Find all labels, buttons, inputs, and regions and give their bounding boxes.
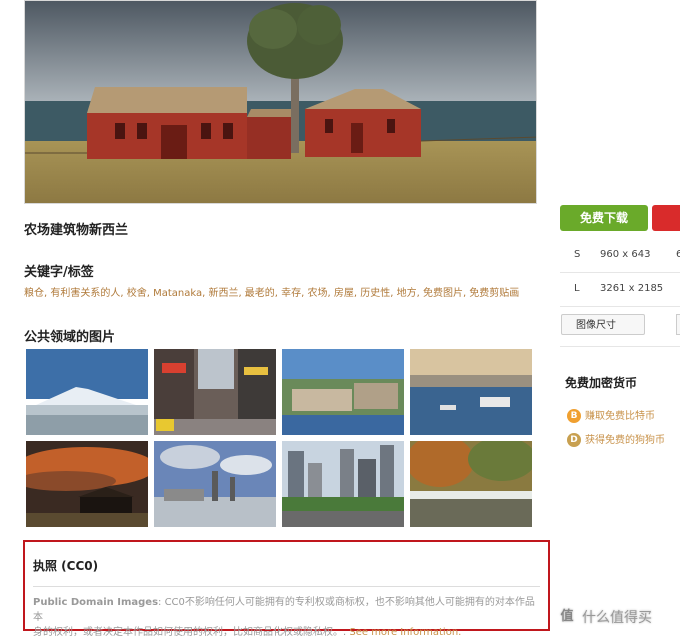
crypto-bitcoin-link[interactable]: B 赚取免费比特币	[567, 407, 655, 423]
size-key: S	[574, 249, 581, 260]
thumbnail-city-street[interactable]	[154, 349, 276, 435]
license-text: Public Domain Images: CC0不影响任何人可能拥有的专利权或…	[33, 595, 540, 640]
thumbnail-harbor-boats[interactable]	[410, 349, 532, 435]
image-title: 农场建筑物新西兰	[24, 223, 129, 238]
main-image	[24, 0, 537, 204]
crypto-dogecoin-link[interactable]: D 获得免费的狗狗币	[567, 431, 665, 447]
license-label: Public Domain Images	[33, 597, 159, 608]
thumbnail-autumn-river[interactable]	[410, 441, 532, 527]
crypto-heading: 免费加密货币	[565, 376, 638, 390]
sidebar-divider	[560, 346, 680, 347]
license-title: 执照 (CC0)	[33, 559, 99, 573]
size-extra: 6	[676, 249, 680, 260]
watermark-logo-icon: 值	[556, 606, 578, 628]
thumbnail-industrial-smoke[interactable]	[154, 441, 276, 527]
secondary-action-button[interactable]	[652, 205, 680, 231]
size-value: 960 x 643	[600, 249, 651, 260]
keyword-tags[interactable]: 粮仓, 有利害关系的人, 校舍, Matanaka, 新西兰, 最老的, 幸存,…	[24, 284, 519, 299]
license-line2: 身的权利，或者决定本作品如何使用的权利，比如商品化权或隐私权。.	[33, 627, 350, 638]
watermark-text: 什么值得买	[582, 610, 652, 626]
dogecoin-icon: D	[567, 433, 581, 447]
keywords-heading: 关键字/标签	[24, 265, 94, 280]
size-row-small[interactable]: S 960 x 643 6	[560, 238, 680, 273]
free-download-button[interactable]: 免费下载	[560, 205, 648, 231]
image-size-button[interactable]: 图像尺寸	[561, 314, 645, 335]
license-divider	[33, 586, 540, 587]
license-more-link[interactable]: See more Information.	[349, 627, 461, 638]
thumbnail-mountain-beach[interactable]	[26, 349, 148, 435]
license-box: 执照 (CC0) Public Domain Images: CC0不影响任何人…	[23, 540, 550, 638]
related-thumbnails	[26, 349, 534, 527]
crypto-dogecoin-label: 获得免费的狗狗币	[585, 435, 665, 446]
thumbnail-coastal-town[interactable]	[282, 349, 404, 435]
size-key: L	[574, 283, 580, 294]
thumbnail-city-skyline[interactable]	[282, 441, 404, 527]
watermark: 值什么值得买	[556, 606, 652, 628]
size-row-large[interactable]: L 3261 x 2185	[560, 272, 680, 307]
related-heading: 公共领域的图片	[24, 330, 116, 345]
bitcoin-icon: B	[567, 409, 581, 423]
size-value: 3261 x 2185	[600, 283, 664, 294]
secondary-size-button[interactable]	[676, 314, 680, 335]
thumbnail-barn-sunset[interactable]	[26, 441, 148, 527]
crypto-bitcoin-label: 赚取免费比特币	[585, 411, 655, 422]
